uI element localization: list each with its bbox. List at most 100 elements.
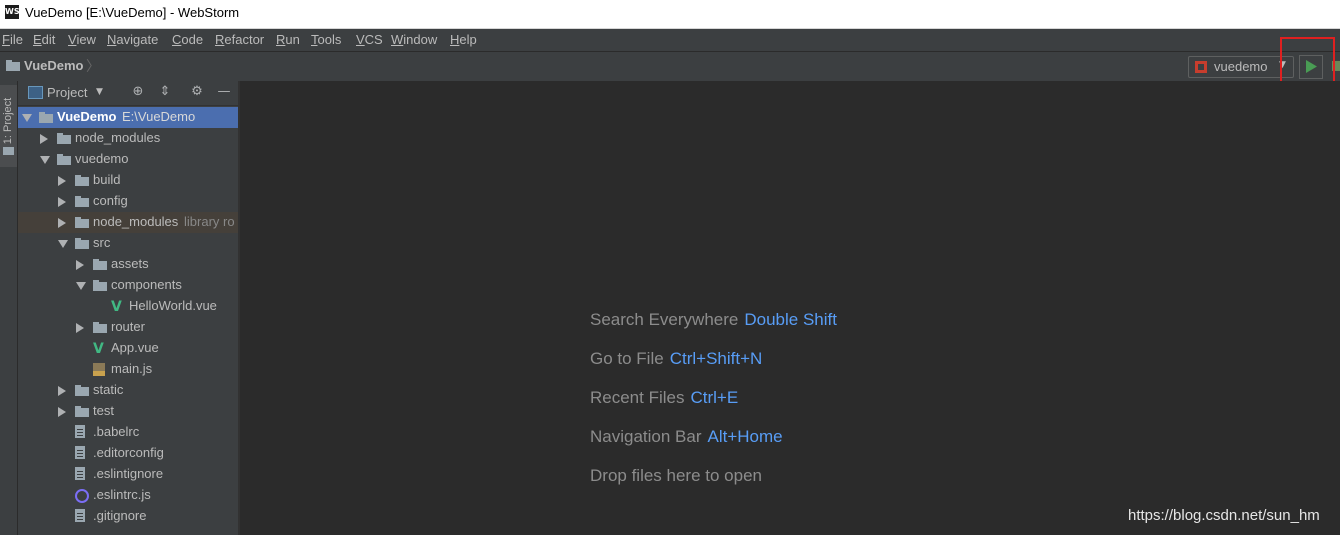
folder-icon	[75, 196, 89, 207]
expand-down-icon[interactable]	[40, 156, 50, 164]
tree-row[interactable]: node_modules	[18, 128, 238, 149]
expand-right-icon[interactable]	[58, 386, 66, 396]
menu-window-mnemonic: W	[391, 32, 404, 47]
menu-run-label: un	[285, 32, 300, 47]
tree-row[interactable]: src	[18, 233, 238, 254]
project-view-selector[interactable]: Project	[47, 85, 87, 100]
locate-file-icon[interactable]: ⊕	[130, 84, 146, 100]
text-file-icon	[75, 509, 85, 522]
editor-area[interactable]	[240, 81, 1340, 535]
text-file-icon	[75, 467, 85, 480]
tree-row[interactable]: components	[18, 275, 238, 296]
hint-label: Drop files here to open	[590, 466, 762, 485]
folder-icon	[75, 175, 89, 186]
menu-window-label: indow	[403, 32, 438, 47]
folder-icon	[75, 406, 89, 417]
tree-row[interactable]: .editorconfig	[18, 443, 238, 464]
hint-recent-files: Recent Files Ctrl+E	[590, 388, 738, 408]
menu-navigate[interactable]: Navigate	[107, 32, 158, 47]
watermark: https://blog.csdn.net/sun_hm	[1128, 507, 1320, 524]
window-titlebar: WS VueDemo [E:\VueDemo] - WebStorm	[0, 0, 1340, 29]
tree-item-extra: library ro	[184, 214, 235, 229]
tree-item-label: node_modules	[75, 130, 161, 145]
hint-label: Search Everywhere	[590, 310, 739, 329]
expand-right-icon[interactable]	[40, 134, 48, 144]
gear-icon[interactable]: ⚙	[189, 84, 205, 100]
tree-row[interactable]: V App.vue	[18, 338, 238, 359]
tree-row[interactable]: node_modules library ro	[18, 212, 238, 233]
menu-run[interactable]: Run	[276, 32, 300, 47]
expand-right-icon[interactable]	[58, 218, 66, 228]
hint-label: Recent Files	[590, 388, 685, 407]
folder-icon	[57, 154, 71, 165]
folder-icon	[57, 133, 71, 144]
tree-item-label: test	[93, 403, 114, 418]
menu-help[interactable]: Help	[450, 32, 477, 47]
tree-row[interactable]: test	[18, 401, 238, 422]
run-configuration-selector[interactable]: vuedemo ▼	[1188, 56, 1294, 78]
tree-row[interactable]: .babelrc	[18, 422, 238, 443]
expand-down-icon[interactable]	[22, 114, 32, 122]
tree-row[interactable]: config	[18, 191, 238, 212]
menu-edit-label: dit	[41, 32, 56, 47]
folder-icon	[93, 322, 107, 333]
tree-row[interactable]: .eslintignore	[18, 464, 238, 485]
eslint-file-icon	[75, 489, 89, 503]
menu-file[interactable]: File	[2, 32, 23, 47]
breadcrumb-project[interactable]: VueDemo	[24, 58, 83, 73]
tree-row[interactable]: .eslintrc.js	[18, 485, 238, 506]
hint-navigation-bar: Navigation Bar Alt+Home	[590, 427, 783, 447]
chevron-down-icon[interactable]: ▼	[96, 87, 103, 97]
tree-row[interactable]: main.js	[18, 359, 238, 380]
menu-refactor[interactable]: Refactor	[215, 32, 264, 47]
expand-down-icon[interactable]	[58, 240, 68, 248]
hint-go-to-file: Go to File Ctrl+Shift+N	[590, 349, 762, 369]
tree-item-label: node_modules	[93, 214, 179, 229]
hint-shortcut: Ctrl+E	[690, 388, 739, 407]
menu-file-mnemonic: F	[2, 32, 10, 47]
hint-shortcut: Double Shift	[744, 310, 837, 329]
menu-vcs[interactable]: VCS	[356, 32, 383, 47]
tree-item-label: build	[93, 172, 121, 187]
tree-item-label: HelloWorld.vue	[129, 298, 217, 313]
menu-view[interactable]: View	[68, 32, 96, 47]
tree-item-label: .eslintignore	[93, 466, 164, 481]
tree-row[interactable]: static	[18, 380, 238, 401]
tree-row[interactable]: router	[18, 317, 238, 338]
tree-item-label: vuedemo	[75, 151, 129, 166]
expand-down-icon[interactable]	[76, 282, 86, 290]
collapse-all-icon[interactable]: ⇕	[157, 84, 173, 100]
breadcrumb-separator-icon: 〉	[86, 59, 100, 75]
tree-item-label: router	[111, 319, 145, 334]
tree-row[interactable]: assets	[18, 254, 238, 275]
expand-right-icon[interactable]	[58, 407, 66, 417]
hint-search-everywhere: Search Everywhere Double Shift	[590, 310, 837, 330]
menu-code-label: ode	[181, 32, 204, 47]
project-panel-header: Project ▼ ⊕ ⇕ ⚙ —	[18, 81, 238, 106]
tree-item-label: assets	[111, 256, 149, 271]
menu-navigate-label: avigate	[116, 32, 159, 47]
project-tool-tab-label: 1: Project	[2, 97, 14, 145]
menu-code[interactable]: Code	[172, 32, 203, 47]
folder-icon	[93, 280, 107, 291]
menu-navigate-mnemonic: N	[107, 32, 117, 47]
hide-panel-icon[interactable]: —	[216, 84, 232, 100]
tree-row[interactable]: build	[18, 170, 238, 191]
expand-right-icon[interactable]	[58, 176, 66, 186]
menu-window[interactable]: Window	[391, 32, 437, 47]
expand-right-icon[interactable]	[76, 260, 84, 270]
folder-icon	[75, 238, 89, 249]
tree-row[interactable]: vuedemo	[18, 149, 238, 170]
tree-item-extra: E:\VueDemo	[122, 109, 196, 124]
tree-row[interactable]: VueDemo E:\VueDemo	[18, 107, 238, 128]
project-tool-tab[interactable]: 1: Project	[0, 85, 17, 167]
menu-code-mnemonic: C	[172, 32, 182, 47]
menu-tools[interactable]: Tools	[311, 32, 341, 47]
babel-file-icon	[75, 425, 85, 438]
menu-edit[interactable]: Edit	[33, 32, 55, 47]
expand-right-icon[interactable]	[58, 197, 66, 207]
expand-right-icon[interactable]	[76, 323, 84, 333]
tree-row[interactable]: V HelloWorld.vue	[18, 296, 238, 317]
tree-row[interactable]: .gitignore	[18, 506, 238, 527]
hint-label: Go to File	[590, 349, 664, 368]
